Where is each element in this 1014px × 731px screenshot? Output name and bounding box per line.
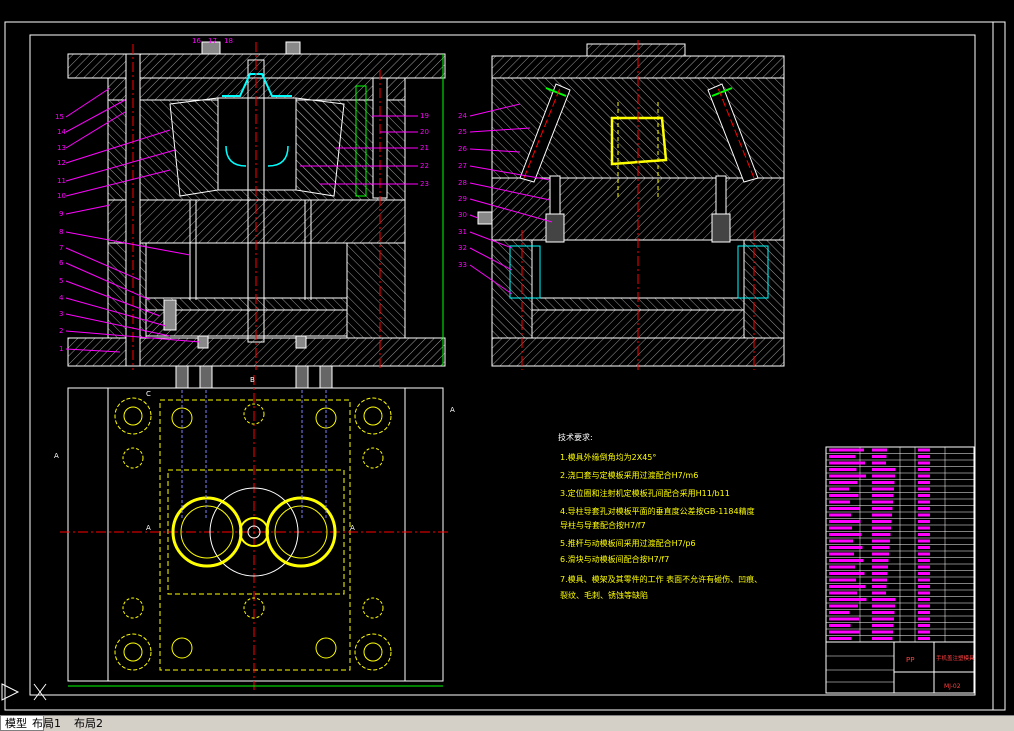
cad-drawing-canvas[interactable]: 15 14 13 12 11 10 9 8 7 6 5 4 3 2 1 19 2… (0, 0, 1014, 715)
title-drawing-number: MJ-02 (944, 683, 961, 690)
tech-item-4: 4.导柱导套孔对模板平面的垂直度公差按GB-1184精度 (560, 506, 755, 516)
section-mark-b-top: B (250, 376, 255, 384)
callout-11: 11 (57, 177, 66, 185)
callout-10: 10 (57, 192, 66, 200)
section-mark-a-center-left: A (146, 524, 151, 532)
callout-24: 24 (458, 112, 467, 120)
callout-31: 31 (458, 228, 467, 236)
tab-layout1[interactable]: 布局1 (28, 716, 68, 731)
title-material: PP (906, 656, 914, 664)
callout-1: 1 (59, 345, 63, 353)
tech-item-2: 2.浇口套与定模板采用过渡配合H7/m6 (560, 470, 698, 480)
callout-9: 9 (59, 210, 63, 218)
section-mark-a-left: A (54, 452, 59, 460)
tech-item-3: 3.定位圈和注射机定模板孔间配合采用H11/b11 (560, 488, 730, 498)
plan-view (60, 365, 450, 690)
layout-tab-bar: 模型 布局1 布局2 (0, 715, 1014, 731)
left-section-view (67, 41, 446, 370)
callout-26: 26 (458, 145, 467, 153)
callout-23: 23 (420, 180, 429, 188)
ucs-icon (1, 683, 47, 701)
callout-14: 14 (57, 128, 66, 136)
tech-item-6: 6.滑块与动模板间配合按H7/f7 (560, 554, 669, 564)
callout-21: 21 (420, 144, 429, 152)
tech-item-5: 5.推杆与动模板间采用过渡配合H7/p6 (560, 538, 696, 548)
tech-item-1: 1.模具外缘倒角均为2X45° (560, 452, 656, 462)
callout-19: 19 (420, 112, 429, 120)
callout-20: 20 (420, 128, 429, 136)
callout-7: 7 (59, 244, 63, 252)
section-mark-c: C (146, 390, 151, 398)
tab-layout2[interactable]: 布局2 (70, 716, 112, 731)
callout-3: 3 (59, 310, 63, 318)
callout-17: 17 (208, 37, 217, 45)
callout-5: 5 (59, 277, 63, 285)
tech-requirements: 技术要求: 1.模具外缘倒角均为2X45° 2.浇口套与定模板采用过渡配合H7/… (558, 432, 762, 600)
callout-12: 12 (57, 159, 66, 167)
callout-4: 4 (59, 294, 64, 302)
section-mark-a-center-right: A (350, 524, 355, 532)
callout-22: 22 (420, 162, 429, 170)
callout-18: 18 (224, 37, 233, 45)
tech-item-4b: 导柱与导套配合按H7/f7 (560, 520, 646, 530)
tech-item-7: 7.模具、模架及其零件的工作 表面不允许有碰伤、凹痕、 (560, 574, 762, 584)
callout-29: 29 (458, 195, 467, 203)
callout-30: 30 (458, 211, 467, 219)
callout-28: 28 (458, 179, 467, 187)
title-drawing-name: 手机盖注塑模具 (936, 654, 975, 662)
tech-item-7b: 裂纹、毛刺、锈蚀等缺陷 (560, 590, 648, 600)
callout-2: 2 (59, 327, 63, 335)
callout-8: 8 (59, 228, 63, 236)
callout-15: 15 (55, 113, 64, 121)
tech-heading: 技术要求: (558, 432, 593, 442)
callout-27: 27 (458, 162, 467, 170)
callout-16: 16 (192, 37, 201, 45)
callout-33: 33 (458, 261, 467, 269)
callout-13: 13 (57, 144, 66, 152)
section-mark-a-right: A (450, 406, 455, 414)
callout-25: 25 (458, 128, 467, 136)
parts-list-table: PP 手机盖注塑模具 MJ-02 (825, 446, 975, 694)
callout-6: 6 (59, 259, 64, 267)
right-section-view (477, 40, 785, 370)
callout-32: 32 (458, 244, 467, 252)
